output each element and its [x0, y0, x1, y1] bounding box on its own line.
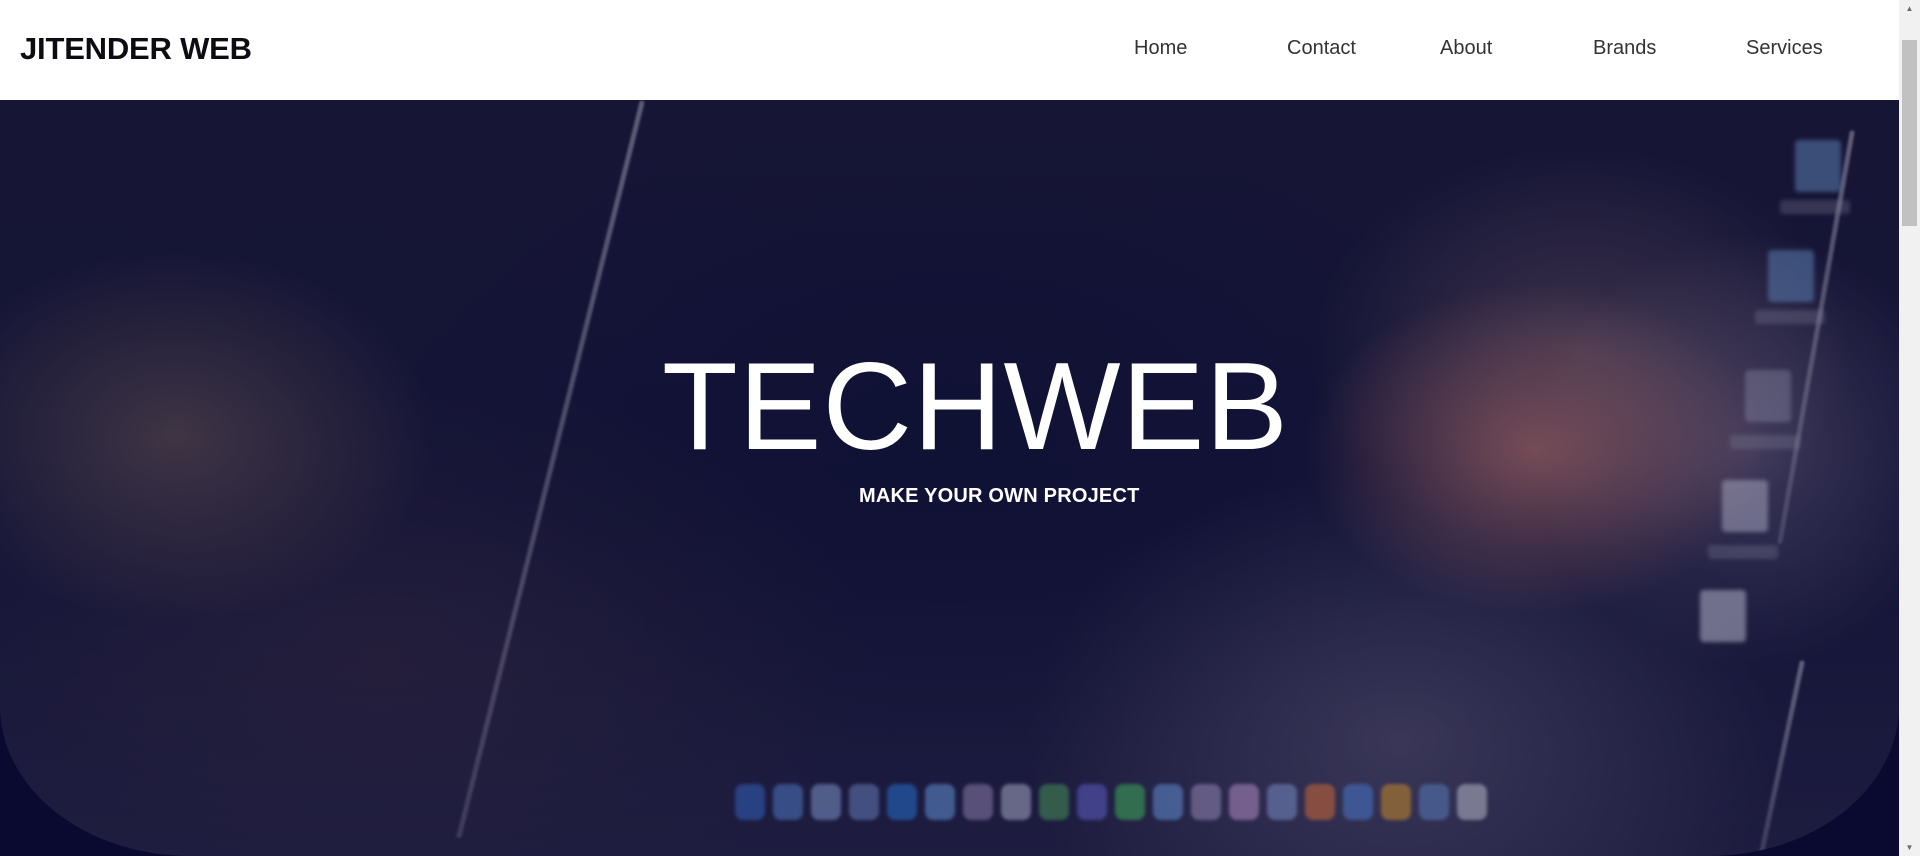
up-arrow-icon[interactable]: ▲	[1899, 0, 1920, 17]
nav-link-services[interactable]: Services	[1746, 37, 1823, 60]
nav-link-contact[interactable]: Contact	[1287, 37, 1356, 60]
down-arrow-icon[interactable]: ▼	[1899, 839, 1920, 856]
hero-section: TECHWEB MAKE YOUR OWN PROJECT	[0, 100, 1899, 856]
hero-subtitle: MAKE YOUR OWN PROJECT	[859, 485, 1140, 507]
dock-bar	[735, 750, 1565, 820]
nav-link-home[interactable]: Home	[1134, 37, 1187, 60]
nav-link-about[interactable]: About	[1440, 37, 1492, 60]
hero-title: TECHWEB	[662, 338, 1289, 476]
brand-logo-text[interactable]: JITENDER WEB	[20, 31, 252, 67]
site-header: JITENDER WEB Home Contact About Brands S…	[0, 0, 1899, 100]
page-scrollbar[interactable]: ▲ ▼	[1899, 0, 1920, 856]
scrollbar-thumb[interactable]	[1902, 40, 1917, 226]
hero-background-image	[0, 100, 1899, 856]
nav-link-brands[interactable]: Brands	[1593, 37, 1656, 60]
